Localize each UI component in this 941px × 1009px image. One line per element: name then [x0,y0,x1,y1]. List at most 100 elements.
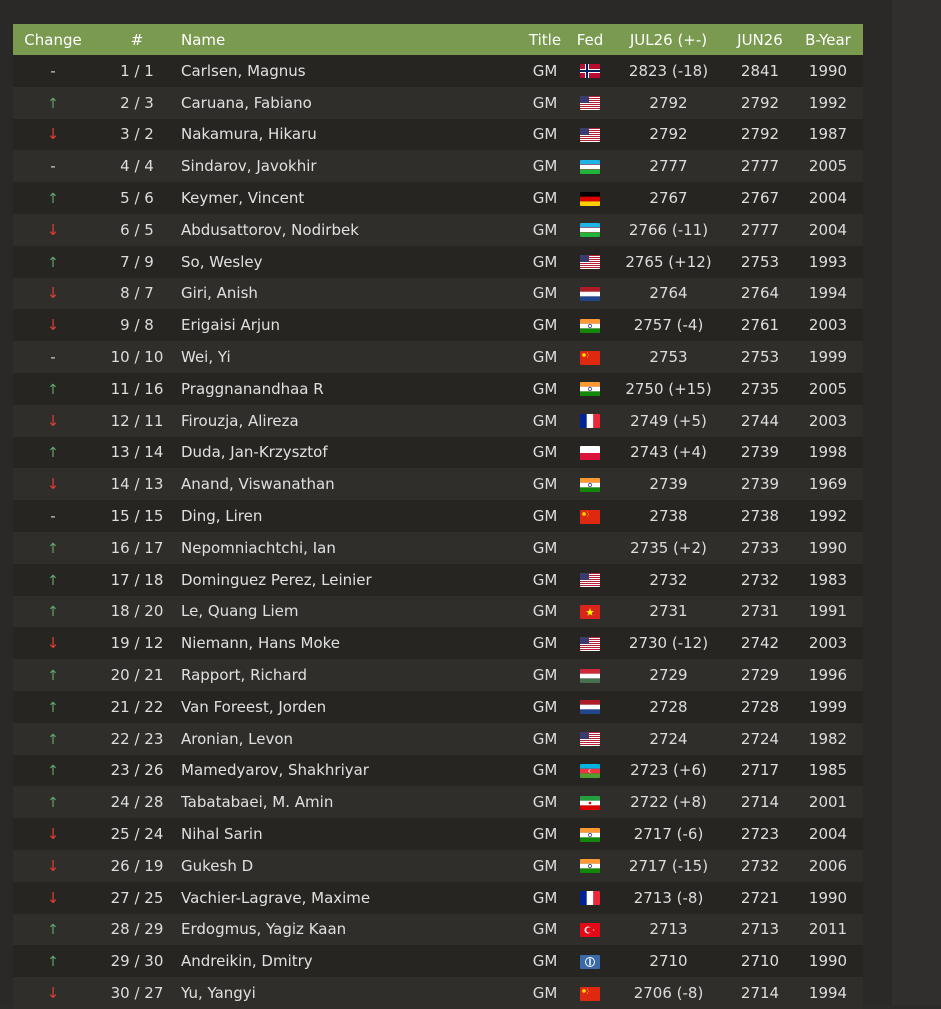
col-header-birth-year[interactable]: B-Year [793,24,863,55]
player-name-link[interactable]: Erigaisi Arjun [181,316,280,334]
player-name-link[interactable]: Rapport, Richard [181,666,307,684]
player-name-link[interactable]: Andreikin, Dmitry [181,952,313,970]
player-name-link[interactable]: Aronian, Levon [181,730,293,748]
table-row[interactable]: ↑ 23 / 26 Mamedyarov, Shakhriyar GM 2723… [13,754,863,787]
table-row[interactable]: ↓ 26 / 19 Gukesh D GM 2717 (-15) 2732 20… [13,849,863,882]
birth-year-cell: 2005 [808,379,848,398]
player-name-link[interactable]: Sindarov, Javokhir [181,157,317,175]
pol-flag-icon [580,443,600,461]
player-name-link[interactable]: Le, Quang Liem [181,602,299,620]
player-name-link[interactable]: Nihal Sarin [181,825,263,843]
rank-cell: 1 / 1 [120,61,154,80]
table-row[interactable]: ↓ 14 / 13 Anand, Viswanathan GM 2739 273… [13,468,863,501]
player-name-link[interactable]: So, Wesley [181,253,263,271]
table-row[interactable]: ↑ 5 / 6 Keymer, Vincent GM 2767 2767 200… [13,182,863,214]
table-row[interactable]: ↑ 18 / 20 Le, Quang Liem GM 2731 2731 19… [13,595,863,628]
table-row[interactable]: ↑ 29 / 30 Andreikin, Dmitry GM 2710 2710… [13,945,863,978]
fra-flag-icon [580,889,600,907]
table-row[interactable]: ↓ 12 / 11 Firouzja, Alireza GM 2749 (+5)… [13,404,863,437]
col-header-rank[interactable]: # [93,24,181,55]
title-cell: GM [532,411,558,430]
previous-rating-cell: 2739 [740,475,780,494]
title-cell: GM [532,189,558,208]
player-name-link[interactable]: Wei, Yi [181,348,231,366]
table-row[interactable]: ↓ 27 / 25 Vachier-Lagrave, Maxime GM 271… [13,881,863,914]
player-name-link[interactable]: Dominguez Perez, Leinier [181,571,372,589]
table-row[interactable]: - 1 / 1 Carlsen, Magnus GM 2823 (-18) 28… [13,55,863,87]
player-name-link[interactable]: Firouzja, Alireza [181,412,299,430]
ratings-panel: Change # Name Title Fed JUL26 (+-) JUN26… [0,0,892,1009]
table-row[interactable]: ↓ 25 / 24 Nihal Sarin GM 2717 (-6) 2723 … [13,818,863,850]
col-header-current-rating[interactable]: JUL26 (+-) [610,24,727,55]
player-name-link[interactable]: Duda, Jan-Krzysztof [181,443,328,461]
table-row[interactable]: ↓ 8 / 7 Giri, Anish GM 2764 2764 1994 [13,277,863,310]
federation-cell [570,755,610,787]
player-name-link[interactable]: Erdogmus, Yagiz Kaan [181,920,346,938]
player-name-link[interactable]: Gukesh D [181,857,253,875]
rank-cell: 30 / 27 [110,984,164,1002]
table-row[interactable]: ↑ 20 / 21 Rapport, Richard GM 2729 2729 … [13,659,863,691]
table-row[interactable]: ↑ 28 / 29 Erdogmus, Yagiz Kaan GM 2713 2… [13,913,863,946]
player-name-link[interactable]: Abdusattorov, Nodirbek [181,221,359,239]
player-name-link[interactable]: Ding, Liren [181,507,262,525]
birth-year-cell: 1990 [808,61,848,80]
player-name-link[interactable]: Caruana, Fabiano [181,94,312,112]
player-name-link[interactable]: Yu, Yangyi [181,984,256,1002]
title-cell: GM [532,634,558,653]
birth-year-cell: 1998 [808,443,848,462]
table-row[interactable]: - 15 / 15 Ding, Liren GM 2738 2738 1992 [13,500,863,532]
federation-cell [570,977,610,1009]
change-cell: ↓ [13,278,93,310]
table-row[interactable]: ↑ 13 / 14 Duda, Jan-Krzysztof GM 2743 (+… [13,436,863,469]
table-row[interactable]: ↓ 3 / 2 Nakamura, Hikaru GM 2792 2792 19… [13,118,863,151]
player-name-link[interactable]: Keymer, Vincent [181,189,304,207]
table-row[interactable]: ↑ 16 / 17 Nepomniachtchi, Ian GM 2735 (+… [13,531,863,564]
table-row[interactable]: ↑ 2 / 3 Caruana, Fabiano GM 2792 2792 19… [13,86,863,119]
table-row[interactable]: - 10 / 10 Wei, Yi GM 2753 2753 1999 [13,341,863,373]
table-row[interactable]: ↓ 9 / 8 Erigaisi Arjun GM 2757 (-4) 2761… [13,309,863,342]
player-name-cell: Sindarov, Javokhir [181,150,520,182]
player-name-link[interactable]: Tabatabaei, M. Amin [181,793,333,811]
col-header-fed[interactable]: Fed [570,24,610,55]
title-cell: GM [532,61,558,80]
player-name-link[interactable]: Giri, Anish [181,284,258,302]
title-cell: GM [532,856,558,875]
col-header-name[interactable]: Name [181,24,520,55]
title-cell: GM [532,507,558,526]
rank-cell: 25 / 24 [110,825,164,844]
table-row[interactable]: ↓ 30 / 27 Yu, Yangyi GM 2706 (-8) 2714 1… [13,977,863,1009]
col-header-change[interactable]: Change [13,24,93,55]
rank-cell: 3 / 2 [120,125,154,144]
birth-year-cell: 2003 [808,634,848,653]
title-cell: GM [532,316,558,335]
player-name-link[interactable]: Nepomniachtchi, Ian [181,539,336,557]
title-cell: GM [532,793,558,812]
usa-flag-icon [580,634,600,652]
table-row[interactable]: ↓ 6 / 5 Abdusattorov, Nodirbek GM 2766 (… [13,213,863,246]
change-cell: ↑ [13,246,93,278]
table-row[interactable]: ↑ 7 / 9 So, Wesley GM 2765 (+12) 2753 19… [13,245,863,278]
player-name-link[interactable]: Anand, Viswanathan [181,475,335,493]
player-name-link[interactable]: Niemann, Hans Moke [181,634,340,652]
player-name-link[interactable]: Mamedyarov, Shakhriyar [181,761,369,779]
birth-year-cell: 1992 [808,507,848,526]
federation-cell [570,945,610,977]
player-name-link[interactable]: Van Foreest, Jorden [181,698,326,716]
change-cell: ↓ [13,850,93,882]
player-name-link[interactable]: Nakamura, Hikaru [181,125,317,143]
player-name-link[interactable]: Praggnanandhaa R [181,380,324,398]
previous-rating-cell: 2777 [740,220,780,239]
table-row[interactable]: ↑ 21 / 22 Van Foreest, Jorden GM 2728 27… [13,690,863,723]
col-header-previous-rating[interactable]: JUN26 [727,24,793,55]
federation-cell [570,150,610,182]
table-row[interactable]: ↑ 22 / 23 Aronian, Levon GM 2724 2724 19… [13,722,863,755]
table-row[interactable]: ↓ 19 / 12 Niemann, Hans Moke GM 2730 (-1… [13,627,863,660]
table-row[interactable]: ↑ 24 / 28 Tabatabaei, M. Amin GM 2722 (+… [13,786,863,819]
table-row[interactable]: ↑ 17 / 18 Dominguez Perez, Leinier GM 27… [13,563,863,596]
birth-year-cell: 1987 [808,125,848,144]
player-name-link[interactable]: Vachier-Lagrave, Maxime [181,889,370,907]
table-row[interactable]: ↑ 11 / 16 Praggnanandhaa R GM 2750 (+15)… [13,372,863,405]
player-name-link[interactable]: Carlsen, Magnus [181,62,306,80]
col-header-title[interactable]: Title [520,24,570,55]
table-row[interactable]: - 4 / 4 Sindarov, Javokhir GM 2777 2777 … [13,150,863,183]
